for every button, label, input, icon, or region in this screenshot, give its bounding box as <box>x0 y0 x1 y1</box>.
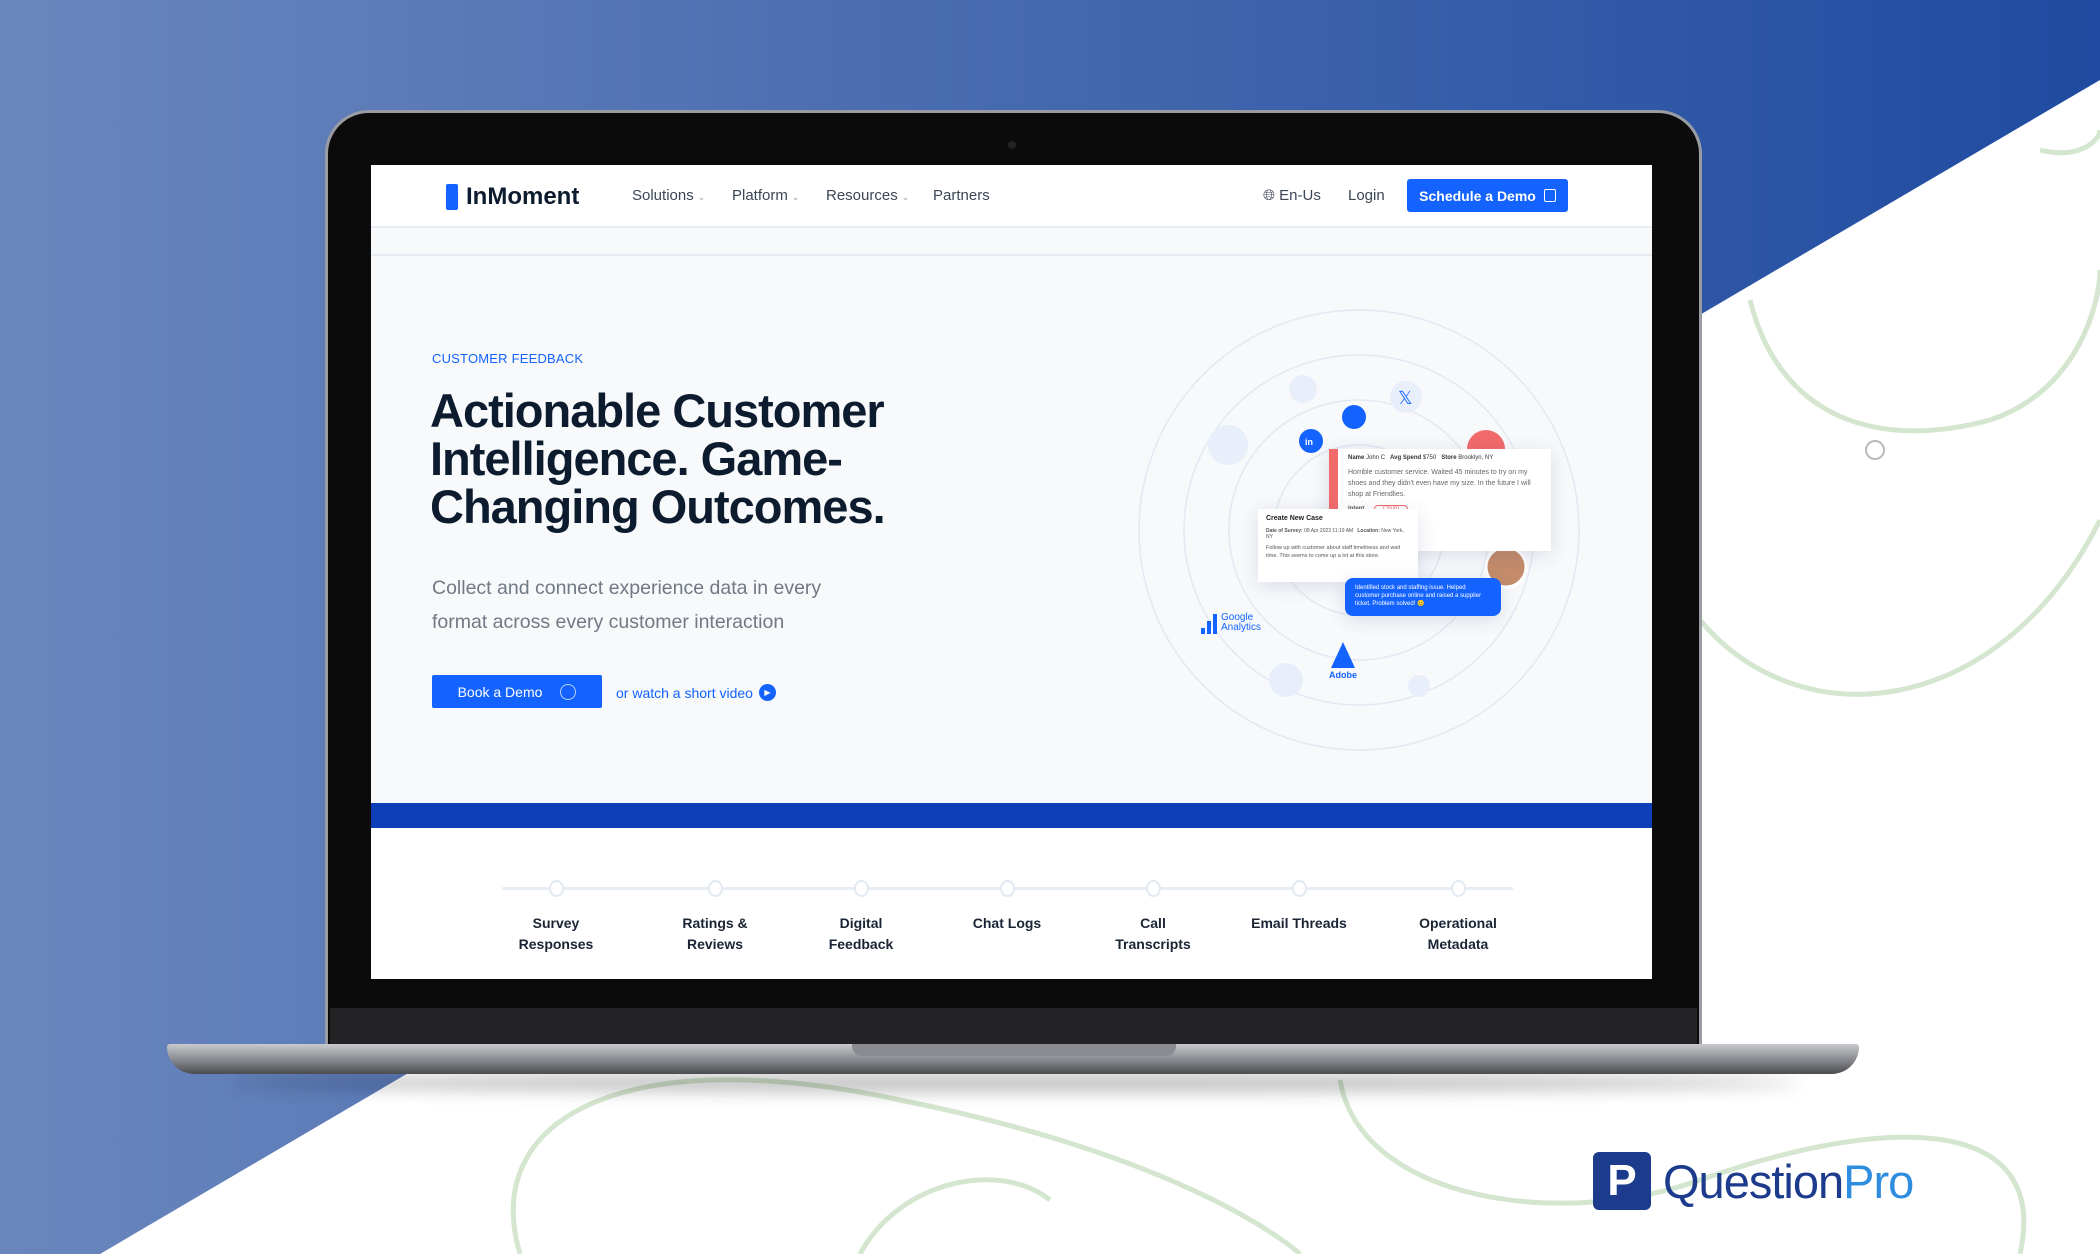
settings-icon <box>1269 663 1303 697</box>
nav-partners[interactable]: Partners <box>933 187 990 204</box>
timeline-dot <box>1450 880 1466 897</box>
adobe-label: Adobe <box>1329 670 1357 680</box>
adobe-logo <box>1331 642 1355 668</box>
create-case-card: Create New Case Date of Survey: 08 Apr 2… <box>1258 509 1418 582</box>
timeline-label: Operational Metadata <box>1419 915 1497 952</box>
eyebrow: CUSTOMER FEEDBACK <box>432 351 584 366</box>
play-icon: ▶ <box>758 684 776 701</box>
cart-icon <box>1408 675 1430 697</box>
timeline-dot <box>999 880 1015 897</box>
timeline-item[interactable]: Email Threads <box>1229 880 1369 934</box>
book-demo-button[interactable]: Book a Demo <box>432 675 602 708</box>
laptop-shadow <box>230 1074 1800 1092</box>
google-analytics-label: Google Analytics <box>1221 612 1262 633</box>
nav-resources[interactable]: Resources ⌄ <box>826 187 909 204</box>
timeline-item[interactable]: Digital Feedback <box>791 880 931 955</box>
watch-video-link[interactable]: or watch a short video ▶ <box>616 684 776 701</box>
logo-text: InMoment <box>466 183 580 210</box>
locale-selector[interactable]: 🌐︎ En-Us <box>1263 187 1321 204</box>
logo-mark-icon <box>446 184 458 210</box>
timeline-dot <box>707 880 723 897</box>
timeline-item[interactable]: Chat Logs <box>937 880 1077 934</box>
questionpro-logo: P QuestionPro <box>1593 1152 1914 1210</box>
timeline-item[interactable]: Survey Responses <box>486 880 626 955</box>
laptop-notch <box>852 1044 1176 1056</box>
google-analytics-logo <box>1201 614 1217 634</box>
timeline-dot <box>853 880 869 897</box>
timeline-label: Chat Logs <box>972 915 1042 931</box>
login-link[interactable]: Login <box>1348 187 1385 204</box>
blue-band <box>371 803 1652 828</box>
timeline-dot <box>1145 880 1161 897</box>
data-sources-section: Survey Responses Ratings & Reviews Digital… <box>371 828 1652 979</box>
inmoment-logo[interactable]: InMoment <box>446 183 579 211</box>
nav-platform[interactable]: Platform ⌄ <box>732 187 799 204</box>
timeline-dot <box>548 880 564 897</box>
timeline-label: Digital Feedback <box>828 915 894 952</box>
feedback-illustration: in 𝕏 Google Analytics Adobe Name John C … <box>1131 305 1591 755</box>
schedule-demo-button[interactable]: Schedule a Demo <box>1407 179 1568 212</box>
calendar-icon <box>1543 189 1556 202</box>
chevron-down-icon: ⌄ <box>697 192 706 202</box>
hero-subtitle: Collect and connect experience data in e… <box>432 577 822 633</box>
report-icon <box>1208 425 1248 465</box>
divider <box>371 254 1652 256</box>
camera <box>1008 141 1016 149</box>
top-nav: InMoment Solutions ⌄ Platform ⌄ Resources ⌄… <box>371 165 1652 228</box>
timeline-item[interactable]: Ratings & Reviews <box>645 880 785 955</box>
chevron-down-icon: ⌄ <box>901 192 910 202</box>
nav-solutions[interactable]: Solutions ⌄ <box>632 187 705 204</box>
timeline-label: Ratings & Reviews <box>682 915 748 952</box>
questionpro-mark-icon: P <box>1593 1152 1651 1210</box>
chat-icon <box>1289 375 1317 403</box>
svg-text:in: in <box>1305 437 1313 447</box>
timeline-item[interactable]: Operational Metadata <box>1388 880 1528 955</box>
globe-icon: 🌐︎ <box>1263 187 1280 204</box>
eye-icon <box>560 683 577 700</box>
user-icon <box>1865 440 1885 460</box>
website-screen: InMoment Solutions ⌄ Platform ⌄ Resources ⌄… <box>371 165 1652 979</box>
svg-text:𝕏: 𝕏 <box>1398 388 1413 408</box>
hero-title: Actionable Customer Intelligence. Game-C… <box>430 384 886 533</box>
timeline-label: Call Transcripts <box>1115 915 1191 952</box>
timeline-label: Email Threads <box>1251 915 1347 931</box>
timeline-dot <box>1291 880 1307 897</box>
laptop-chin <box>330 1008 1697 1046</box>
chevron-down-icon: ⌄ <box>791 192 800 202</box>
star-icon <box>1342 405 1366 429</box>
reply-bubble: Identified stock and staffing issue. Hel… <box>1345 578 1501 616</box>
timeline-item[interactable]: Call Transcripts <box>1083 880 1223 955</box>
timeline-label: Survey Responses <box>518 915 594 952</box>
